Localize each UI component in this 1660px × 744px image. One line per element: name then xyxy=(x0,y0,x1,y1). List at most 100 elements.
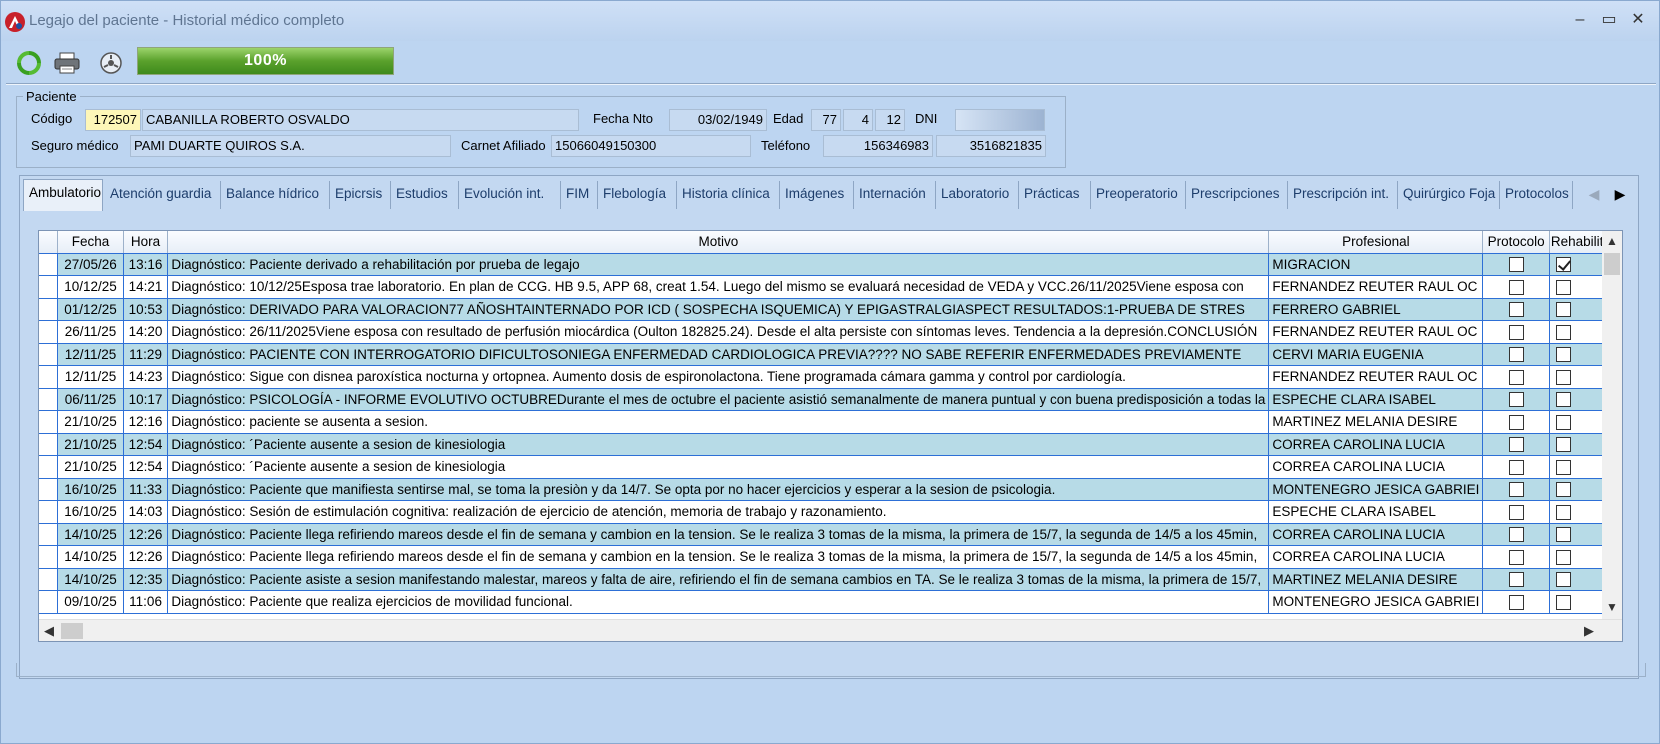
cell-protocolo[interactable] xyxy=(1482,410,1550,434)
rehabilitacion-checkbox[interactable] xyxy=(1555,594,1571,610)
cell-hora[interactable]: 14:23 xyxy=(123,365,169,389)
row-indicator[interactable] xyxy=(39,298,59,321)
cell-profesional[interactable]: ESPECHE CLARA ISABEL xyxy=(1268,500,1484,524)
rehabilitacion-checkbox[interactable] xyxy=(1555,572,1571,588)
protocolo-checkbox[interactable] xyxy=(1508,504,1524,520)
row-indicator[interactable] xyxy=(39,433,59,456)
protocolo-checkbox[interactable] xyxy=(1508,347,1524,363)
table-row[interactable]: 21/10/25 12:54 Diagnóstico: ´Paciente ause… xyxy=(39,433,1622,456)
cell-motivo[interactable]: Diagnóstico: ´Paciente ausente a sesion … xyxy=(167,455,1270,479)
protocolo-checkbox[interactable] xyxy=(1508,302,1524,318)
row-indicator[interactable] xyxy=(39,388,59,411)
records-grid[interactable]: Fecha Hora Motivo Profesional Protocolo … xyxy=(38,230,1623,642)
row-indicator[interactable] xyxy=(39,365,59,389)
cell-protocolo[interactable] xyxy=(1482,298,1550,321)
col-header-motivo[interactable]: Motivo xyxy=(167,231,1270,254)
tab-quirurgico-foja[interactable]: Quirúrgico Foja xyxy=(1398,181,1500,209)
cell-motivo[interactable]: Diagnóstico: Paciente que realiza ejerci… xyxy=(167,590,1270,614)
cell-hora[interactable]: 14:20 xyxy=(123,320,169,344)
table-row[interactable]: 06/11/25 10:17 Diagnóstico: PSICOLOGÍA - I… xyxy=(39,388,1622,411)
protocolo-checkbox[interactable] xyxy=(1508,324,1524,340)
title-bar[interactable]: Legajo del paciente - Historial médico c… xyxy=(1,1,1659,41)
table-row[interactable]: 14/10/25 12:26 Diagnóstico: Paciente llega… xyxy=(39,523,1622,546)
table-row[interactable]: 16/10/25 11:33 Diagnóstico: Paciente que m… xyxy=(39,478,1622,501)
scroll-up-icon[interactable]: ▲ xyxy=(1602,231,1622,251)
cell-protocolo[interactable] xyxy=(1482,253,1550,276)
edad-dias-field[interactable]: 12 xyxy=(875,109,905,131)
cell-profesional[interactable]: MARTINEZ MELANIA DESIRE xyxy=(1268,410,1484,434)
col-header-fecha[interactable]: Fecha xyxy=(57,231,124,254)
cell-motivo[interactable]: Diagnóstico: Paciente llega refiriendo m… xyxy=(167,523,1270,546)
rehabilitacion-checkbox[interactable] xyxy=(1555,414,1571,430)
cell-motivo[interactable]: Diagnóstico: Sigue con disnea paroxístic… xyxy=(167,365,1270,389)
row-indicator[interactable] xyxy=(39,320,59,344)
cell-fecha[interactable]: 21/10/25 xyxy=(57,433,124,456)
rehabilitacion-checkbox[interactable] xyxy=(1555,504,1571,520)
cell-protocolo[interactable] xyxy=(1482,275,1550,299)
protocolo-checkbox[interactable] xyxy=(1508,459,1524,475)
cell-hora[interactable]: 14:03 xyxy=(123,500,169,524)
cell-profesional[interactable]: CORREA CAROLINA LUCIA xyxy=(1268,523,1484,546)
cell-profesional[interactable]: FERRERO GABRIEL xyxy=(1268,298,1484,321)
settings-icon[interactable] xyxy=(95,47,127,79)
protocolo-checkbox[interactable] xyxy=(1508,279,1524,295)
protocolo-checkbox[interactable] xyxy=(1508,257,1524,273)
cell-protocolo[interactable] xyxy=(1482,478,1550,501)
cell-fecha[interactable]: 06/11/25 xyxy=(57,388,124,411)
cell-protocolo[interactable] xyxy=(1482,388,1550,411)
cell-motivo[interactable]: Diagnóstico: DERIVADO PARA VALORACION77 … xyxy=(167,298,1270,321)
table-row[interactable]: 10/12/25 14:21 Diagnóstico: 10/12/25Esposa… xyxy=(39,275,1622,299)
protocolo-checkbox[interactable] xyxy=(1508,392,1524,408)
close-icon[interactable]: ✕ xyxy=(1625,9,1651,31)
fecha-nto-field[interactable]: 03/02/1949 xyxy=(669,109,767,131)
rehabilitacion-checkbox[interactable] xyxy=(1555,459,1571,475)
cell-hora[interactable]: 12:26 xyxy=(123,545,169,569)
horizontal-scroll-thumb[interactable] xyxy=(61,623,83,639)
tab-ambulatorio[interactable]: Ambulatorio xyxy=(23,179,103,211)
tab-internacion[interactable]: Internación xyxy=(854,181,936,209)
rehabilitacion-checkbox[interactable] xyxy=(1555,257,1571,273)
minimize-icon[interactable]: – xyxy=(1567,9,1593,31)
rehabilitacion-checkbox[interactable] xyxy=(1555,347,1571,363)
scroll-left-icon[interactable]: ◀ xyxy=(39,620,59,641)
table-row[interactable]: 14/10/25 12:26 Diagnóstico: Paciente llega… xyxy=(39,545,1622,569)
cell-fecha[interactable]: 14/10/25 xyxy=(57,568,124,591)
tab-preoperatorio[interactable]: Preoperatorio xyxy=(1091,181,1186,209)
protocolo-checkbox[interactable] xyxy=(1508,594,1524,610)
cell-hora[interactable]: 11:33 xyxy=(123,478,169,501)
cell-profesional[interactable]: CORREA CAROLINA LUCIA xyxy=(1268,545,1484,569)
table-row[interactable]: 12/11/25 11:29 Diagnóstico: PACIENTE CON I… xyxy=(39,343,1622,366)
tab-estudios[interactable]: Estudios xyxy=(391,181,459,209)
tab-laboratorio[interactable]: Laboratorio xyxy=(936,181,1019,209)
cell-profesional[interactable]: CORREA CAROLINA LUCIA xyxy=(1268,433,1484,456)
row-indicator[interactable] xyxy=(39,343,59,366)
row-indicator[interactable] xyxy=(39,545,59,569)
row-indicator[interactable] xyxy=(39,500,59,524)
rehabilitacion-checkbox[interactable] xyxy=(1555,549,1571,565)
cell-fecha[interactable]: 21/10/25 xyxy=(57,410,124,434)
cell-profesional[interactable]: CERVI MARIA EUGENIA xyxy=(1268,343,1484,366)
row-indicator[interactable] xyxy=(39,275,59,299)
cell-fecha[interactable]: 26/11/25 xyxy=(57,320,124,344)
rehabilitacion-checkbox[interactable] xyxy=(1555,324,1571,340)
patient-name-field[interactable]: CABANILLA ROBERTO OSVALDO xyxy=(142,109,579,131)
cell-protocolo[interactable] xyxy=(1482,500,1550,524)
protocolo-checkbox[interactable] xyxy=(1508,549,1524,565)
cell-motivo[interactable]: Diagnóstico: PSICOLOGÍA - INFORME EVOLUT… xyxy=(167,388,1270,411)
row-indicator[interactable] xyxy=(39,590,59,614)
cell-protocolo[interactable] xyxy=(1482,320,1550,344)
tab-historia-clinica[interactable]: Historia clínica xyxy=(677,181,780,209)
cell-hora[interactable]: 10:53 xyxy=(123,298,169,321)
scroll-down-icon[interactable]: ▼ xyxy=(1602,597,1622,617)
rehabilitacion-checkbox[interactable] xyxy=(1555,279,1571,295)
telefono1-field[interactable]: 156346983 xyxy=(823,135,933,157)
dni-field[interactable] xyxy=(955,109,1045,131)
cell-hora[interactable]: 12:26 xyxy=(123,523,169,546)
cell-fecha[interactable]: 16/10/25 xyxy=(57,478,124,501)
rehabilitacion-checkbox[interactable] xyxy=(1555,527,1571,543)
protocolo-checkbox[interactable] xyxy=(1508,527,1524,543)
protocolo-checkbox[interactable] xyxy=(1508,414,1524,430)
cell-fecha[interactable]: 01/12/25 xyxy=(57,298,124,321)
cell-hora[interactable]: 13:16 xyxy=(123,253,169,276)
cell-motivo[interactable]: Diagnóstico: Paciente asiste a sesion ma… xyxy=(167,568,1270,591)
